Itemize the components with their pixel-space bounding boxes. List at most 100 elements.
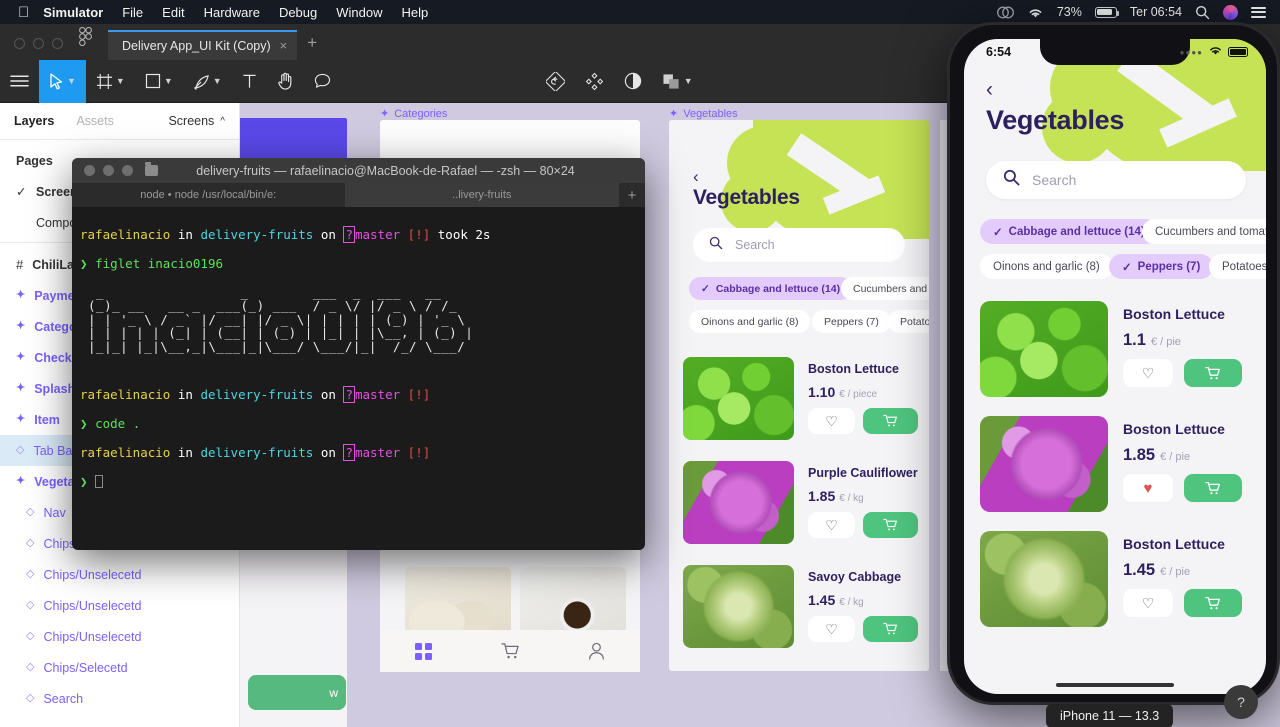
wifi-icon[interactable] — [1027, 6, 1044, 19]
menu-item-window[interactable]: Window — [336, 5, 382, 20]
terminal-traffic-lights[interactable] — [84, 165, 133, 176]
ios-simulator-window[interactable]: 6:54 ●●●● ‹ Vegetables Search ✓ Cabbage … — [947, 22, 1280, 705]
chip-onions-and-garlic[interactable]: Oinons and garlic (8) — [689, 310, 811, 333]
product-row[interactable]: Boston Lettuce 1.85 € / pie ♥ — [980, 416, 1252, 516]
product-image-savoy[interactable] — [683, 565, 794, 648]
close-window-button[interactable] — [84, 165, 95, 176]
chip-onions-and-garlic[interactable]: Oinons and garlic (8) — [980, 254, 1113, 279]
menu-item-edit[interactable]: Edit — [162, 5, 184, 20]
terminal-tab-delivery-fruits[interactable]: ..livery-fruits — [345, 183, 619, 207]
chip-peppers[interactable]: ✓ Peppers (7) — [1109, 254, 1214, 279]
favorite-button[interactable]: ♡ — [808, 408, 855, 434]
sidebar-layer-chips-unselected-4[interactable]: ◇ Chips/Unselecetd — [0, 621, 239, 652]
product-row[interactable]: Savoy Cabbage 1.45 € / kg ♡ — [683, 565, 923, 650]
chip-cabbage-and-lettuce[interactable]: ✓ Cabbage and lettuce (14) — [980, 219, 1158, 244]
simulator-screen[interactable]: 6:54 ●●●● ‹ Vegetables Search ✓ Cabbage … — [964, 39, 1266, 694]
text-tool-button[interactable] — [232, 60, 267, 103]
chip-potatoes-and-carrots[interactable]: Potatoes and ca — [888, 310, 929, 333]
product-image-savoy[interactable] — [980, 531, 1108, 627]
product-image-cauliflower[interactable] — [683, 461, 794, 544]
apple-menu-icon[interactable]:  — [18, 5, 29, 20]
close-window-button[interactable] — [14, 38, 25, 49]
minimize-window-button[interactable] — [33, 38, 44, 49]
siri-icon[interactable] — [1223, 4, 1238, 20]
simulator-search-input[interactable]: Search — [986, 161, 1246, 199]
boolean-groups-button[interactable]: ▼ — [652, 60, 703, 103]
favorite-button[interactable]: ♡ — [808, 616, 855, 642]
favorite-button[interactable]: ♥ — [1123, 474, 1173, 502]
frame-tool-button[interactable]: ▼ — [86, 60, 135, 103]
use-as-mask-button[interactable] — [614, 60, 652, 103]
add-to-cart-button[interactable] — [1184, 359, 1242, 387]
terminal-new-tab-button[interactable]: + — [619, 183, 645, 207]
product-row[interactable]: Boston Lettuce 1.1 € / pie ♡ — [980, 301, 1252, 401]
move-tool-button[interactable]: ▼ — [39, 59, 86, 103]
menu-icon[interactable] — [0, 60, 39, 103]
product-image-cauliflower[interactable] — [980, 416, 1108, 512]
close-icon[interactable]: × — [280, 38, 288, 53]
chip-potatoes[interactable]: Potatoes — [1209, 254, 1266, 279]
frame-label-categories[interactable]: ✦ Categories — [380, 108, 447, 120]
chip-cucumbers-and-tomatoes[interactable]: Cucumbers and tomatoes — [841, 277, 929, 300]
hand-tool-button[interactable] — [267, 60, 304, 103]
favorite-button[interactable]: ♡ — [1123, 359, 1173, 387]
chip-cabbage-and-lettuce[interactable]: ✓ Cabbage and lettuce (14) — [689, 277, 853, 300]
add-to-cart-button[interactable] — [863, 616, 918, 642]
window-traffic-lights[interactable] — [0, 38, 75, 60]
maximize-window-button[interactable] — [52, 38, 63, 49]
reset-instance-button[interactable] — [536, 60, 575, 103]
menu-item-file[interactable]: File — [122, 5, 143, 20]
categories-tab-bar[interactable] — [380, 630, 640, 672]
favorite-button[interactable]: ♡ — [808, 512, 855, 538]
back-button[interactable]: ‹ — [693, 167, 699, 187]
add-to-cart-button[interactable] — [863, 512, 918, 538]
canvas-frame-vegetables[interactable]: ‹ Vegetables Search ✓ Cabbage and lettuc… — [669, 120, 929, 671]
chip-peppers[interactable]: Peppers (7) — [812, 310, 891, 333]
maximize-window-button[interactable] — [122, 165, 133, 176]
favorite-button[interactable]: ♡ — [1123, 589, 1173, 617]
tab-bar-cart-icon[interactable] — [467, 642, 554, 660]
product-image-lettuce[interactable] — [980, 301, 1108, 397]
screens-dropdown[interactable]: Screens ^ — [168, 114, 225, 128]
sidebar-layer-chips-unselected-2[interactable]: ◇ Chips/Unselecetd — [0, 559, 239, 590]
menu-item-hardware[interactable]: Hardware — [204, 5, 260, 20]
help-button[interactable]: ? — [1224, 685, 1258, 719]
add-to-cart-button[interactable] — [863, 408, 918, 434]
tab-layers[interactable]: Layers — [14, 114, 54, 128]
chip-cucumbers-and-tomatoes[interactable]: Cucumbers and tomatoes — [1142, 219, 1266, 244]
terminal-window[interactable]: delivery-fruits — rafaelinacio@MacBook-d… — [72, 158, 645, 550]
spotlight-search-icon[interactable] — [1195, 5, 1210, 20]
chevron-down-icon[interactable]: ▼ — [67, 76, 76, 86]
terminal-output[interactable]: rafaelinacio in delivery-fruits on ? mast… — [72, 207, 645, 525]
menu-item-simulator[interactable]: Simulator — [43, 5, 103, 20]
product-row[interactable]: Boston Lettuce 1.10 € / piece ♡ — [683, 357, 923, 442]
figma-document-tab[interactable]: Delivery App_UI Kit (Copy) × — [108, 30, 298, 60]
sidebar-layer-chips-unselected-3[interactable]: ◇ Chips/Unselecetd — [0, 590, 239, 621]
product-row[interactable]: Purple Cauliflower 1.85 € / kg ♡ — [683, 461, 923, 546]
menubar-clock[interactable]: Ter 06:54 — [1130, 5, 1182, 19]
green-cta-button[interactable]: w — [248, 675, 346, 710]
add-to-cart-button[interactable] — [1184, 589, 1242, 617]
shape-tool-button[interactable]: ▼ — [135, 60, 183, 103]
add-to-cart-button[interactable] — [1184, 474, 1242, 502]
product-row[interactable]: Boston Lettuce 1.45 € / pie ♡ — [980, 531, 1252, 631]
chevron-down-icon[interactable]: ▼ — [164, 76, 173, 86]
menu-item-help[interactable]: Help — [402, 5, 429, 20]
vegetables-frame-search[interactable]: Search — [693, 228, 905, 262]
create-component-button[interactable] — [575, 60, 614, 103]
creative-cloud-icon[interactable] — [996, 6, 1014, 19]
control-center-icon[interactable] — [1251, 6, 1266, 18]
sidebar-layer-search[interactable]: ◇ Search — [0, 683, 239, 714]
minimize-window-button[interactable] — [103, 165, 114, 176]
product-image-lettuce[interactable] — [683, 357, 794, 440]
tab-assets[interactable]: Assets — [76, 114, 114, 128]
battery-icon[interactable] — [1094, 6, 1120, 18]
chevron-down-icon[interactable]: ▼ — [213, 76, 222, 86]
comment-tool-button[interactable] — [304, 60, 341, 103]
chevron-down-icon[interactable]: ▼ — [684, 76, 693, 86]
chevron-down-icon[interactable]: ▼ — [116, 76, 125, 86]
menu-item-debug[interactable]: Debug — [279, 5, 317, 20]
tab-bar-profile-icon[interactable] — [553, 642, 640, 660]
pen-tool-button[interactable]: ▼ — [183, 60, 232, 103]
frame-label-vegetables[interactable]: ✦ Vegetables — [669, 108, 738, 120]
